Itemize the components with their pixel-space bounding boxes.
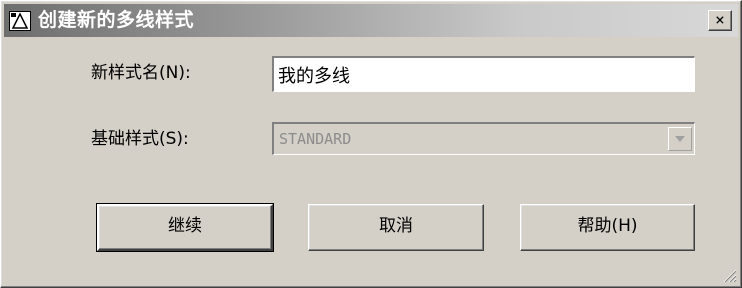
new-style-name-field[interactable] bbox=[272, 56, 695, 92]
base-style-label: 基础样式(S): bbox=[91, 129, 189, 149]
create-multiline-style-dialog: 创建新的多线样式 × 新样式名(N): 基础样式(S): STANDARD 继续… bbox=[0, 0, 742, 288]
continue-button[interactable]: 继续 bbox=[96, 203, 274, 252]
cancel-button[interactable]: 取消 bbox=[308, 204, 484, 251]
close-button[interactable]: × bbox=[708, 10, 732, 31]
title-bar[interactable]: 创建新的多线样式 × bbox=[4, 4, 738, 37]
resize-grip-icon[interactable] bbox=[721, 267, 737, 283]
window-title: 创建新的多线样式 bbox=[38, 9, 195, 31]
base-style-value: STANDARD bbox=[279, 130, 352, 148]
close-icon: × bbox=[715, 10, 725, 29]
autocad-app-icon bbox=[9, 11, 31, 31]
new-style-name-input[interactable] bbox=[274, 58, 694, 91]
base-style-dropdown-button[interactable] bbox=[668, 127, 692, 151]
help-button[interactable]: 帮助(H) bbox=[520, 204, 695, 251]
base-style-select[interactable]: STANDARD bbox=[272, 122, 695, 155]
chevron-down-icon bbox=[675, 136, 685, 142]
new-style-name-label: 新样式名(N): bbox=[91, 63, 191, 83]
